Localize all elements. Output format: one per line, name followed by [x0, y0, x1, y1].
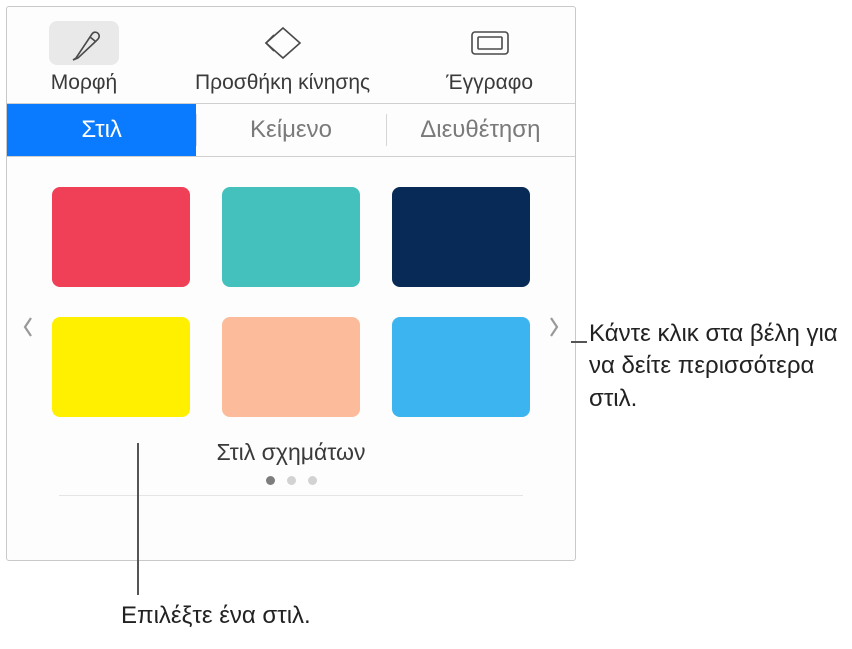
- shape-styles-caption: Στιλ σχημάτων: [51, 439, 531, 466]
- sub-tab-text[interactable]: Κείμενο: [196, 104, 385, 156]
- styles-page-dots: [51, 476, 531, 485]
- sub-tab-text-label: Κείμενο: [250, 116, 332, 143]
- callout-leader-line: [571, 341, 587, 343]
- style-swatch[interactable]: [392, 317, 530, 417]
- inspector-top-tabs: Μορφή Προσθήκη κίνησης Έγγραφο: [7, 7, 575, 104]
- page-dot[interactable]: [287, 476, 296, 485]
- sub-tab-style[interactable]: Στιλ: [7, 104, 196, 156]
- style-swatch[interactable]: [52, 187, 190, 287]
- sub-tab-arrange-label: Διευθέτηση: [420, 116, 540, 143]
- format-sub-tabs: Στιλ Κείμενο Διευθέτηση: [7, 104, 575, 157]
- format-icon: [49, 21, 119, 65]
- callout-select-text: Επιλέξτε ένα στιλ.: [121, 600, 311, 632]
- style-swatch[interactable]: [392, 187, 530, 287]
- tab-format-label: Μορφή: [51, 71, 117, 95]
- panel-divider: [59, 495, 523, 505]
- callout-arrows-text: Κάντε κλικ στα βέλη για να δείτε περισσό…: [589, 318, 844, 415]
- style-swatch[interactable]: [52, 317, 190, 417]
- sub-tab-arrange[interactable]: Διευθέτηση: [386, 104, 575, 156]
- shape-styles-grid: [51, 187, 531, 417]
- styles-prev-arrow[interactable]: [13, 307, 43, 347]
- page-dot[interactable]: [308, 476, 317, 485]
- tab-animate-label: Προσθήκη κίνησης: [195, 71, 370, 95]
- document-icon: [455, 21, 525, 65]
- style-swatch[interactable]: [222, 187, 360, 287]
- tab-document-label: Έγγραφο: [446, 71, 533, 95]
- tab-document[interactable]: Έγγραφο: [438, 17, 541, 99]
- shape-styles-area: Στιλ σχημάτων: [7, 157, 575, 560]
- style-swatch[interactable]: [222, 317, 360, 417]
- chevron-right-icon: [547, 315, 561, 339]
- styles-next-arrow[interactable]: [539, 307, 569, 347]
- animate-icon: [248, 21, 318, 65]
- page-dot[interactable]: [266, 476, 275, 485]
- chevron-left-icon: [21, 315, 35, 339]
- tab-format[interactable]: Μορφή: [41, 17, 127, 99]
- callout-leader-line: [137, 443, 139, 595]
- tab-animate[interactable]: Προσθήκη κίνησης: [187, 17, 378, 99]
- sub-tab-style-label: Στιλ: [81, 116, 122, 143]
- format-inspector-panel: Μορφή Προσθήκη κίνησης Έγγραφο Στιλ: [6, 6, 576, 561]
